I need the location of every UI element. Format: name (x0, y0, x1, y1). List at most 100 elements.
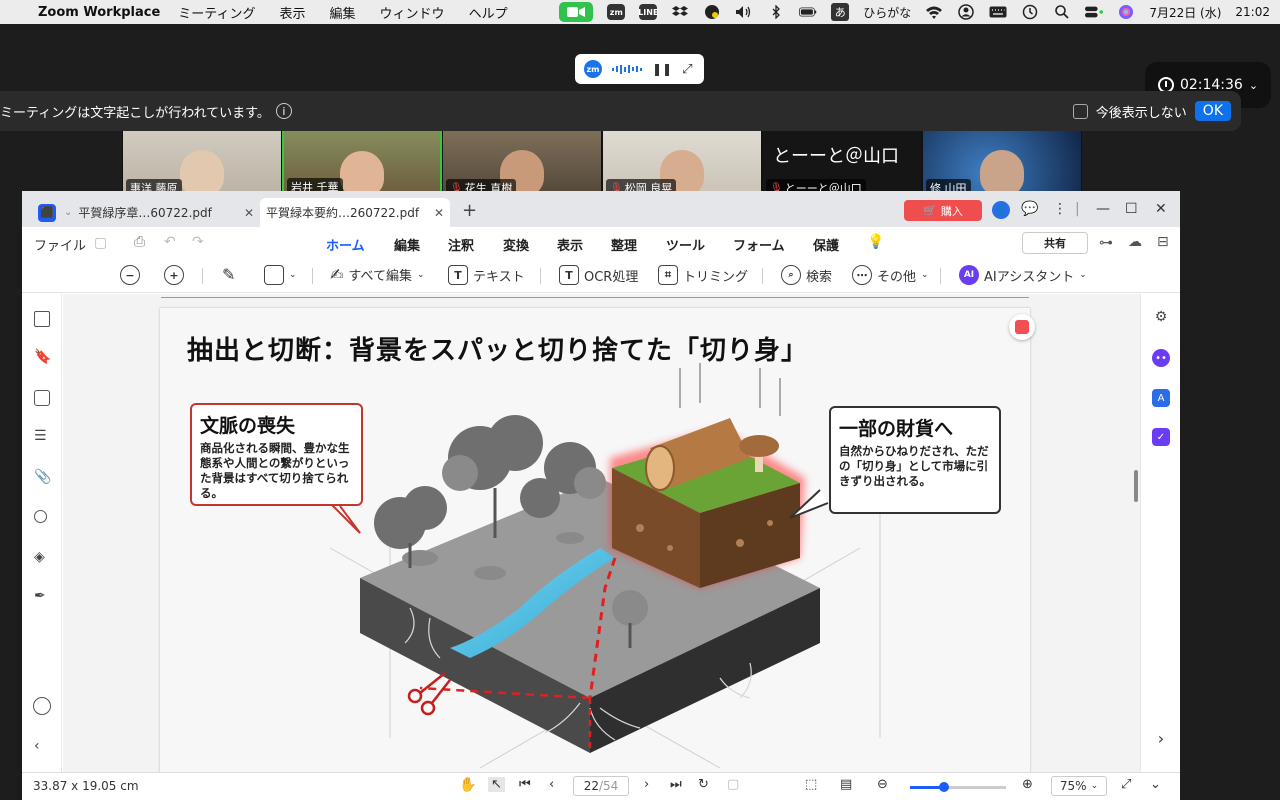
tab-annotate[interactable]: 注釈 (448, 235, 474, 254)
tab-document-2[interactable]: 平賀緑本要約…260722.pdf ✕ (260, 198, 450, 227)
ai-assistant-button[interactable]: AI AIアシスタント ⌄ (959, 265, 1087, 285)
more-vertical-icon[interactable]: ⋮ (1053, 201, 1067, 217)
siri-icon[interactable] (1117, 4, 1135, 20)
shape-button[interactable]: ⌄ (264, 265, 297, 285)
next-page-icon[interactable]: › (644, 777, 649, 792)
bluetooth-icon[interactable] (767, 4, 785, 20)
select-tool-icon[interactable]: ↖ (488, 777, 505, 792)
highlight-button[interactable]: ✎ (222, 265, 235, 284)
tab-convert[interactable]: 変換 (503, 235, 529, 254)
page-number-input[interactable]: 22 /54 (573, 776, 629, 796)
pause-icon[interactable]: ❚❚ (652, 62, 672, 76)
menubar-date[interactable]: 7月22日 (水) (1149, 4, 1221, 21)
tab-protect[interactable]: 保護 (813, 235, 839, 254)
share-button[interactable]: 共有 (1022, 232, 1088, 254)
layers-list-icon[interactable]: ☰ (34, 428, 47, 444)
maximize-icon[interactable]: ☐ (1125, 201, 1138, 217)
cloud-upload-icon[interactable]: ☁ (1128, 234, 1142, 250)
ime-mode-label[interactable]: ひらがな (863, 4, 911, 21)
comment-icon[interactable] (34, 390, 50, 406)
trim-button[interactable]: ⌗ トリミング (658, 265, 748, 285)
collapse-left-icon[interactable]: ‹ (34, 738, 40, 754)
tab-view[interactable]: 表示 (557, 235, 583, 254)
file-menu[interactable]: ファイル (34, 235, 86, 254)
undo-icon[interactable]: ↶ (164, 234, 176, 250)
ok-button[interactable]: OK (1194, 101, 1231, 121)
print-icon[interactable]: ⎙ (134, 234, 145, 250)
translate-icon[interactable]: A (1152, 389, 1170, 407)
menu-edit[interactable]: 編集 (330, 3, 356, 22)
save-icon[interactable]: ▢ (94, 235, 107, 251)
first-page-icon[interactable]: ⏮ (519, 777, 531, 792)
feedback-icon[interactable]: 💬 (1021, 201, 1038, 217)
line-tray-icon[interactable]: LINE (638, 4, 658, 20)
time-machine-icon[interactable] (1021, 4, 1039, 20)
info-icon[interactable]: i (275, 103, 292, 119)
zoom-in-button[interactable]: + (164, 265, 184, 285)
close-window-icon[interactable]: ✕ (1155, 201, 1167, 217)
bookmark-icon[interactable]: 🔖 (34, 349, 51, 365)
spotlight-search-icon[interactable] (1053, 4, 1071, 20)
keyboard-icon[interactable] (989, 4, 1007, 20)
buy-button[interactable]: 🛒 購入 (904, 200, 982, 221)
properties-sliders-icon[interactable]: ⚙ (1152, 308, 1170, 326)
help-icon[interactable] (33, 697, 51, 715)
menu-view[interactable]: 表示 (280, 3, 306, 22)
dont-show-checkbox[interactable] (1072, 103, 1088, 119)
zoom-tray-icon[interactable]: zm (607, 4, 626, 20)
previous-page-icon[interactable]: ‹ (549, 777, 554, 792)
zoom-out-button[interactable]: − (120, 265, 140, 285)
battery-icon[interactable] (799, 4, 817, 20)
signature-icon[interactable]: ✒ (34, 588, 46, 604)
tab-organize[interactable]: 整理 (611, 235, 637, 254)
control-center-icon[interactable] (1085, 4, 1104, 20)
menubar-time[interactable]: 21:02 (1235, 5, 1270, 19)
expand-icon[interactable]: ⤢ (682, 62, 692, 77)
pdf-convert-float-button[interactable] (1009, 314, 1035, 340)
search-button[interactable]: ⌕ 検索 (781, 265, 832, 285)
edit-all-button[interactable]: ✍ すべて編集 ⌄ (330, 265, 425, 284)
tab-tools[interactable]: ツール (666, 235, 705, 254)
task-check-icon[interactable]: ✓ (1152, 428, 1170, 446)
zoom-level-select[interactable]: 75% ⌄ (1051, 776, 1107, 796)
view-mode-icon[interactable]: ▤ (840, 777, 852, 792)
zoom-out-small-icon[interactable]: ⊖ (877, 777, 888, 792)
zoom-slider[interactable] (910, 782, 1006, 792)
volume-icon[interactable] (735, 4, 753, 20)
collapse-ribbon-icon[interactable]: ⊟ (1157, 234, 1169, 250)
dropbox-icon[interactable] (671, 4, 689, 20)
more-button[interactable]: ⋯ その他 ⌄ (852, 265, 929, 285)
fit-page-icon[interactable]: ▢ (727, 777, 739, 792)
tab-form[interactable]: フォーム (733, 235, 785, 254)
new-tab-icon[interactable]: + (462, 200, 477, 221)
document-viewport[interactable]: 抽出と切断：背景をスパッと切り捨てた「切り身」 文脈の喪失 商品化される瞬間、豊… (63, 294, 1140, 772)
rotate-page-icon[interactable]: ↻ (698, 777, 709, 792)
zoom-video-status-icon[interactable] (559, 2, 594, 22)
search-icon[interactable] (34, 510, 47, 523)
minimize-icon[interactable]: — (1096, 201, 1110, 217)
ime-input-icon[interactable]: あ (831, 3, 850, 21)
menu-window[interactable]: ウィンドウ (380, 3, 445, 22)
tab-edit[interactable]: 編集 (394, 235, 420, 254)
hierarchy-icon[interactable]: ⊶ (1099, 235, 1113, 251)
wifi-icon[interactable] (925, 4, 943, 20)
zoom-mini-controls[interactable]: zm ❚❚ ⤢ (575, 54, 704, 84)
menu-help[interactable]: ヘルプ (469, 3, 508, 22)
fullscreen-icon[interactable]: ⤢ (1121, 777, 1131, 792)
more-options-icon[interactable]: ⌄ (1150, 777, 1161, 792)
last-page-icon[interactable]: ⏭ (670, 777, 682, 792)
text-button[interactable]: T テキスト (448, 265, 525, 285)
chevron-down-icon[interactable]: ⌄ (64, 207, 72, 218)
page-thumbnail-icon[interactable] (34, 311, 50, 327)
attachment-icon[interactable]: 📎 (34, 469, 51, 485)
messenger-icon[interactable] (703, 4, 721, 20)
tab-home[interactable]: ホーム (326, 235, 365, 261)
expand-right-icon[interactable]: › (1152, 729, 1170, 748)
app-name-menu[interactable]: Zoom Workplace (38, 5, 160, 20)
chevron-down-icon[interactable]: ⌄ (1249, 79, 1258, 92)
lightbulb-icon[interactable]: 💡 (867, 234, 884, 250)
zoom-slider-knob[interactable] (938, 782, 949, 792)
user-avatar-icon[interactable]: 👤 (992, 201, 1010, 219)
hand-tool-icon[interactable]: ✋ (459, 777, 476, 793)
user-account-icon[interactable] (957, 4, 975, 20)
